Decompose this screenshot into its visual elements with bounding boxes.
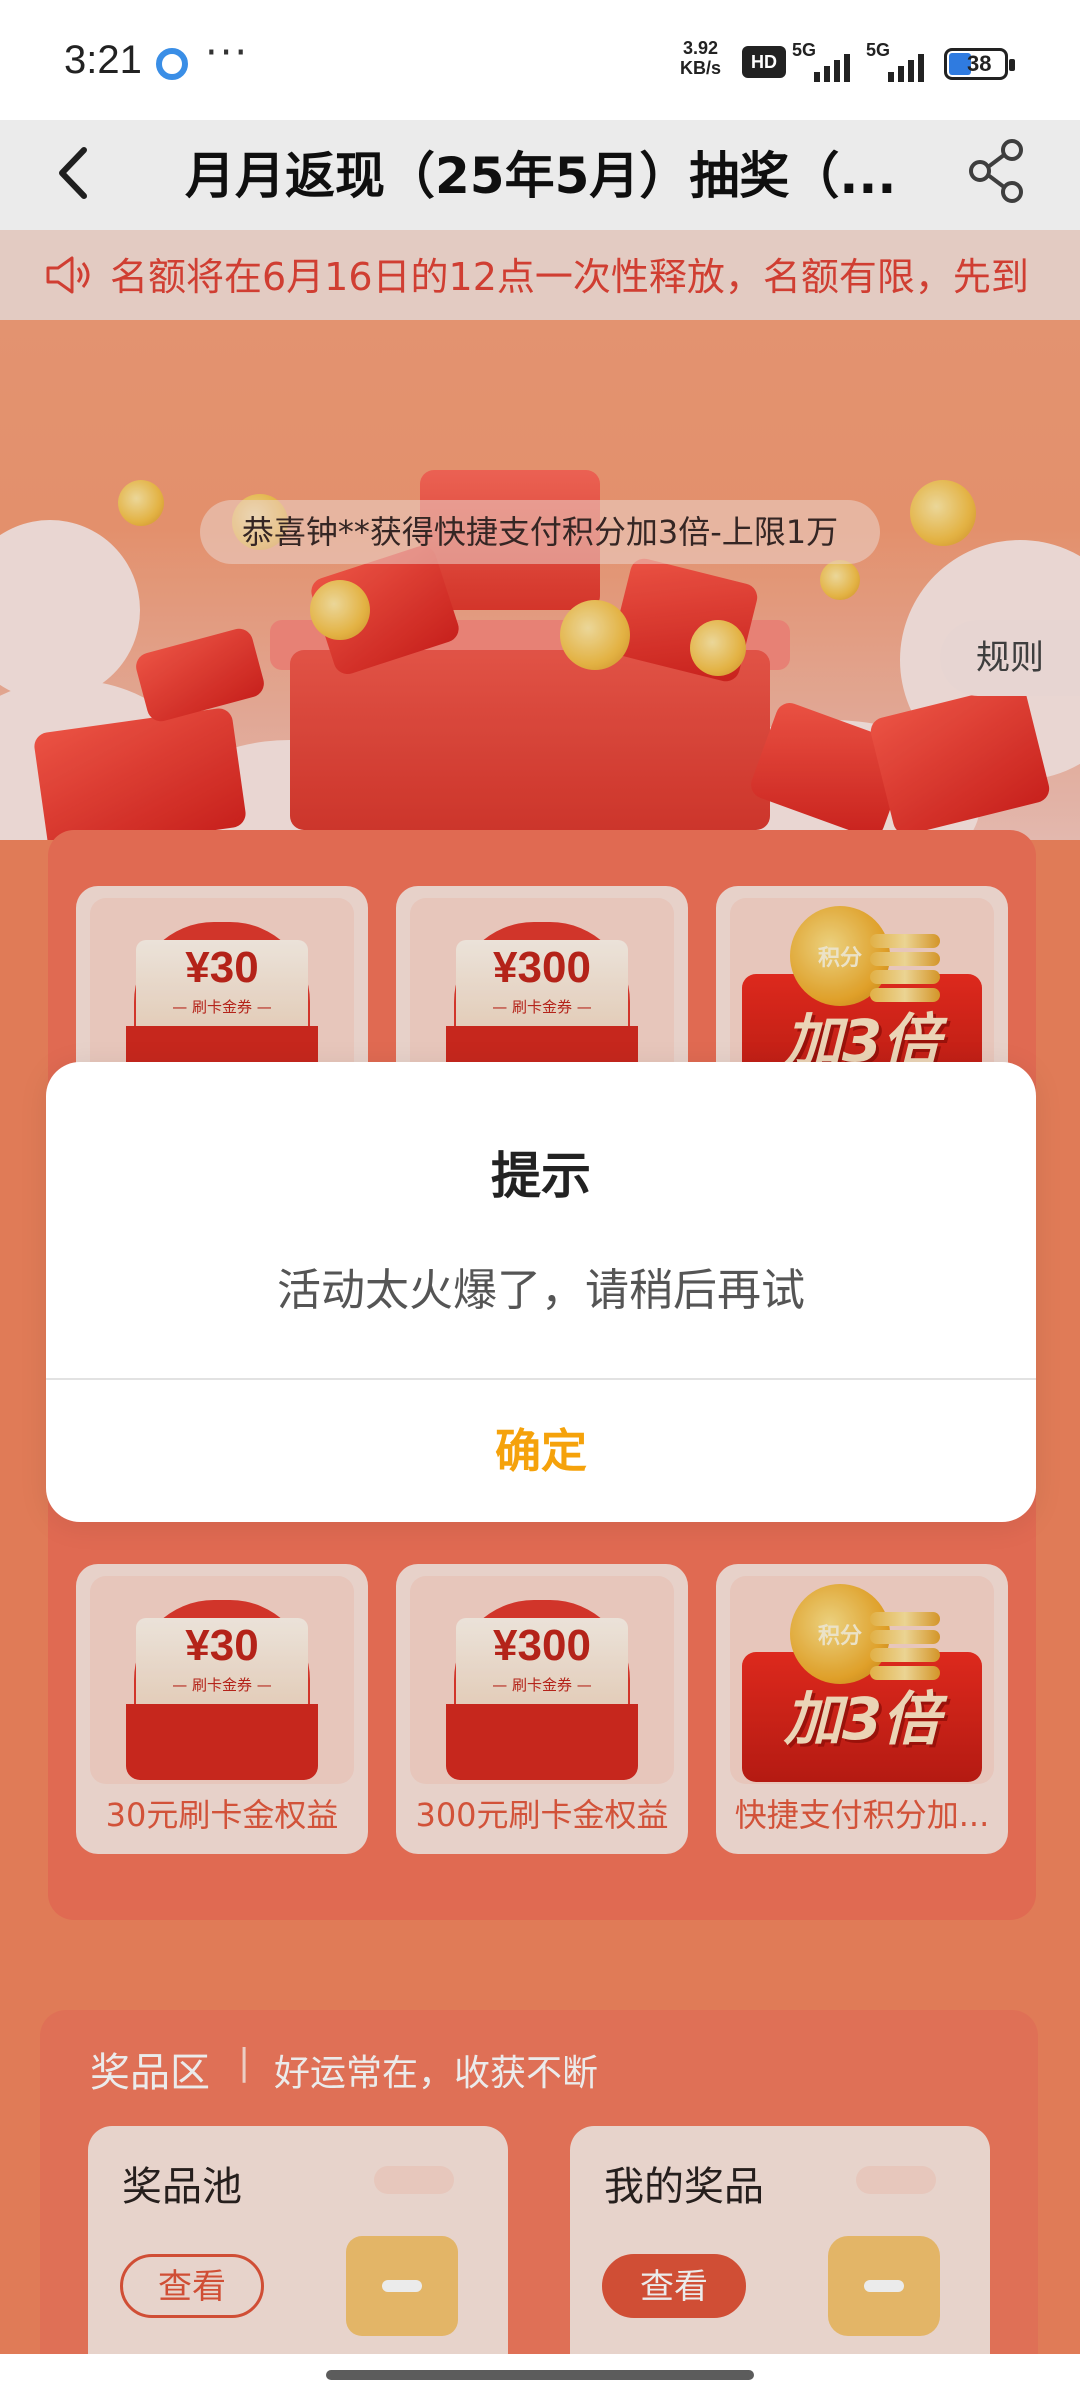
alert-dialog: 提示 活动太火爆了，请稍后再试 确定 — [46, 1062, 1036, 1522]
signal-1-label: 5G — [792, 40, 817, 60]
more-notifications-icon: ··· — [205, 30, 250, 76]
status-bar: 3:21 ··· 3.92 KB/s HD 5G 5G 38 — [0, 0, 1080, 120]
network-speed-unit: KB/s — [680, 58, 722, 78]
signal-1-icon: 5G — [792, 40, 862, 82]
signal-2-label: 5G — [866, 40, 891, 60]
battery-level: 38 — [967, 51, 992, 76]
hd-voice-icon: HD — [742, 46, 786, 78]
confirm-button[interactable]: 确定 — [46, 1380, 1036, 1522]
dialog-message: 活动太火爆了，请稍后再试 — [277, 1265, 805, 1316]
network-speed-value: 3.92 — [682, 38, 719, 58]
home-indicator[interactable] — [326, 2370, 754, 2380]
status-time: 3:21 — [64, 38, 142, 82]
browser-app-icon — [156, 48, 188, 80]
signal-2-icon: 5G — [866, 40, 936, 82]
battery-icon: 38 — [944, 48, 1015, 80]
network-speed: 3.92 KB/s — [680, 38, 721, 78]
dialog-title: 提示 — [491, 1147, 591, 1205]
